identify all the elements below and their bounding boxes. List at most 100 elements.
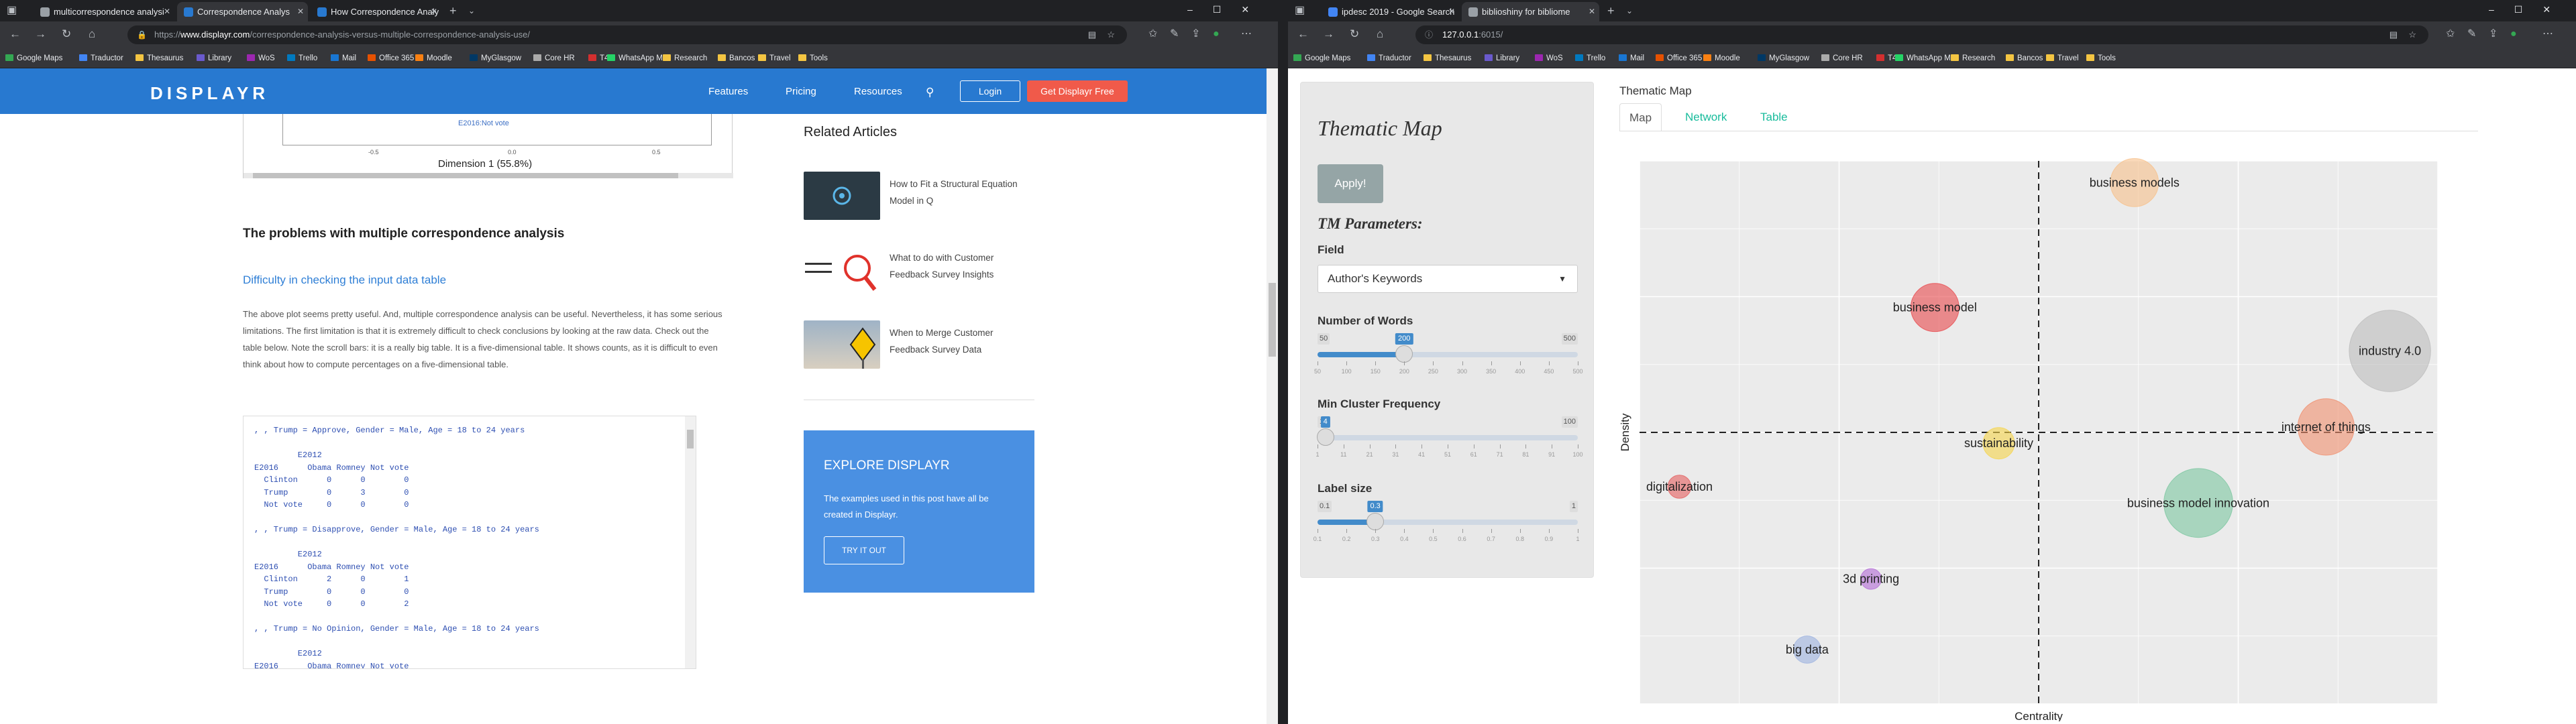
bookmark-travel[interactable]: Travel [758, 48, 791, 68]
nav-resources[interactable]: Resources [854, 86, 902, 97]
bookmark-myglasgow[interactable]: MyGlasgow [1758, 48, 1809, 68]
bookmark-google-maps[interactable]: Google Maps [1293, 48, 1350, 68]
bookmark-wos[interactable]: WoS [1535, 48, 1563, 68]
scroll-thumb[interactable] [253, 173, 678, 178]
bookmark-bancos[interactable]: Bancos [2006, 48, 2043, 68]
scroll-thumb[interactable] [1269, 283, 1276, 357]
displayr-logo[interactable]: DISPLAYR [150, 83, 269, 104]
favorite-star-icon[interactable]: ☆ [2408, 25, 2416, 44]
tab-multicorrespondence[interactable]: multicorrespondence analysi ✕ [34, 2, 174, 21]
bookmark-trello[interactable]: Trello [1575, 48, 1605, 68]
article-thumbnail[interactable] [804, 245, 880, 294]
slider-handle[interactable] [1316, 428, 1334, 446]
close-tab-icon[interactable]: ✕ [164, 2, 170, 21]
bookmark-t4[interactable]: T4 [1876, 48, 1896, 68]
login-button[interactable]: Login [960, 80, 1020, 102]
code-vertical-scrollbar[interactable] [685, 416, 696, 668]
forward-icon[interactable]: → [35, 27, 46, 41]
article-thumbnail[interactable] [804, 320, 880, 369]
related-article[interactable]: What to do with Customer Feedback Survey… [804, 245, 1038, 299]
home-icon[interactable]: ⌂ [1377, 27, 1383, 41]
bookmark-trello[interactable]: Trello [287, 48, 317, 68]
bookmark-myglasgow[interactable]: MyGlasgow [470, 48, 521, 68]
code-output-box[interactable]: , , Trump = Approve, Gender = Male, Age … [243, 416, 696, 669]
bookmark-travel[interactable]: Travel [2046, 48, 2079, 68]
related-article[interactable]: How to Fit a Structural Equation Model i… [804, 172, 1038, 225]
bookmark-moodle[interactable]: Moodle [415, 48, 452, 68]
bookmark-core-hr[interactable]: Core HR [533, 48, 575, 68]
nav-pricing[interactable]: Pricing [786, 86, 816, 97]
bookmark-thesaurus[interactable]: Thesaurus [136, 48, 183, 68]
bookmark-core-hr[interactable]: Core HR [1821, 48, 1863, 68]
favorite-star-icon[interactable]: ☆ [1107, 25, 1115, 44]
bookmark-wos[interactable]: WoS [247, 48, 275, 68]
bookmark-whatsapp-mx[interactable]: WhatsApp MX [607, 48, 668, 68]
apply-button[interactable]: Apply! [1318, 164, 1383, 203]
tab-biblioshiny[interactable]: biblioshiny for bibliome ✕ [1462, 2, 1599, 21]
back-icon[interactable]: ← [9, 27, 21, 41]
slider-label-size[interactable]: 0.1 1 0.3 0.1 0.2 0.3 0.4 0.5 0.6 0.7 0.8 0.9 1 [1313, 501, 1580, 549]
more-menu-icon[interactable]: ⋯ [2542, 28, 2553, 40]
try-it-out-button[interactable]: TRY IT OUT [824, 536, 904, 564]
tab-network[interactable]: Network [1676, 103, 1736, 131]
forward-icon[interactable]: → [1323, 27, 1334, 41]
reading-list-icon[interactable]: ✎ [1170, 28, 1179, 40]
bookmark-moodle[interactable]: Moodle [1703, 48, 1740, 68]
bookmark-mail[interactable]: Mail [331, 48, 356, 68]
bookmark-library[interactable]: Library [197, 48, 231, 68]
new-tab-icon[interactable]: + [1607, 5, 1615, 17]
window-controls[interactable]: –☐✕ [1187, 4, 1269, 15]
bookmark-google-maps[interactable]: Google Maps [5, 48, 62, 68]
bookmark-mail[interactable]: Mail [1619, 48, 1644, 68]
bookmark-t4[interactable]: T4 [588, 48, 608, 68]
share-icon[interactable]: ⇪ [1191, 28, 1200, 40]
tab-list-icon[interactable]: ⌄ [1626, 5, 1633, 17]
bookmark-thesaurus[interactable]: Thesaurus [1424, 48, 1471, 68]
slider-track[interactable] [1316, 428, 1578, 446]
bookmark-research[interactable]: Research [1951, 48, 1995, 68]
close-tab-icon[interactable]: ✕ [1589, 2, 1595, 21]
tab-correspondence-analysis[interactable]: Correspondence Analys ✕ [177, 2, 308, 21]
search-icon[interactable]: ⚲ [926, 86, 934, 99]
favorites-icon[interactable]: ✩ [2446, 28, 2455, 40]
address-bar[interactable]: 🔒 https://www.displayr.com/correspondenc… [127, 25, 1127, 44]
slider-track[interactable] [1318, 345, 1578, 363]
thematic-map-plot[interactable]: business models business model industry 4.… [1619, 147, 2438, 721]
slider-track[interactable] [1318, 513, 1578, 530]
slider-handle[interactable] [1395, 345, 1413, 363]
bookmark-office-365[interactable]: Office 365 [1656, 48, 1702, 68]
tab-list-icon[interactable]: ⌄ [468, 5, 475, 17]
address-bar[interactable]: ⓘ 127.0.0.1:6015/ ▤ ☆ [1415, 25, 2428, 44]
slider-min-cluster-frequency[interactable]: 110041112131415161718191100 [1316, 416, 1583, 465]
slider-handle[interactable] [1366, 513, 1385, 530]
tab-how-correspondence[interactable]: How Correspondence Analy ✕ [311, 2, 441, 21]
bookmark-tools[interactable]: Tools [2086, 48, 2116, 68]
field-select[interactable]: Author's Keywords ▼ [1318, 265, 1578, 293]
related-article-title[interactable]: What to do with Customer Feedback Survey… [890, 249, 1030, 283]
related-article-title[interactable]: How to Fit a Structural Equation Model i… [890, 176, 1030, 209]
bookmark-library[interactable]: Library [1485, 48, 1519, 68]
window-menu-icon[interactable]: ▣ [1295, 5, 1305, 17]
bookmark-office-365[interactable]: Office 365 [368, 48, 414, 68]
article-thumbnail[interactable] [804, 172, 880, 220]
home-icon[interactable]: ⌂ [89, 27, 95, 41]
new-tab-icon[interactable]: + [449, 5, 457, 17]
window-controls[interactable]: –☐✕ [2489, 4, 2571, 15]
close-tab-icon[interactable]: ✕ [297, 2, 304, 21]
related-article[interactable]: When to Merge Customer Feedback Survey D… [804, 320, 1038, 374]
get-displayr-free-button[interactable]: Get Displayr Free [1027, 80, 1128, 102]
bookmark-research[interactable]: Research [663, 48, 707, 68]
close-tab-icon[interactable]: ✕ [1448, 2, 1455, 21]
tab-map[interactable]: Map [1619, 103, 1662, 131]
reading-view-icon[interactable]: ▤ [1088, 25, 1096, 44]
page-vertical-scrollbar[interactable] [1267, 68, 1278, 724]
share-icon[interactable]: ⇪ [2489, 28, 2498, 40]
slider-number-of-words[interactable]: 50 500 200 50 100 150 200 250 300 350 400 450 500 [1314, 333, 1583, 381]
reload-icon[interactable]: ↻ [1350, 27, 1359, 41]
reading-list-icon[interactable]: ✎ [2467, 28, 2476, 40]
bookmark-tools[interactable]: Tools [798, 48, 828, 68]
nav-features[interactable]: Features [708, 86, 748, 97]
chart-horizontal-scrollbar[interactable] [244, 173, 733, 178]
related-article-title[interactable]: When to Merge Customer Feedback Survey D… [890, 324, 1030, 358]
favorites-icon[interactable]: ✩ [1148, 28, 1157, 40]
